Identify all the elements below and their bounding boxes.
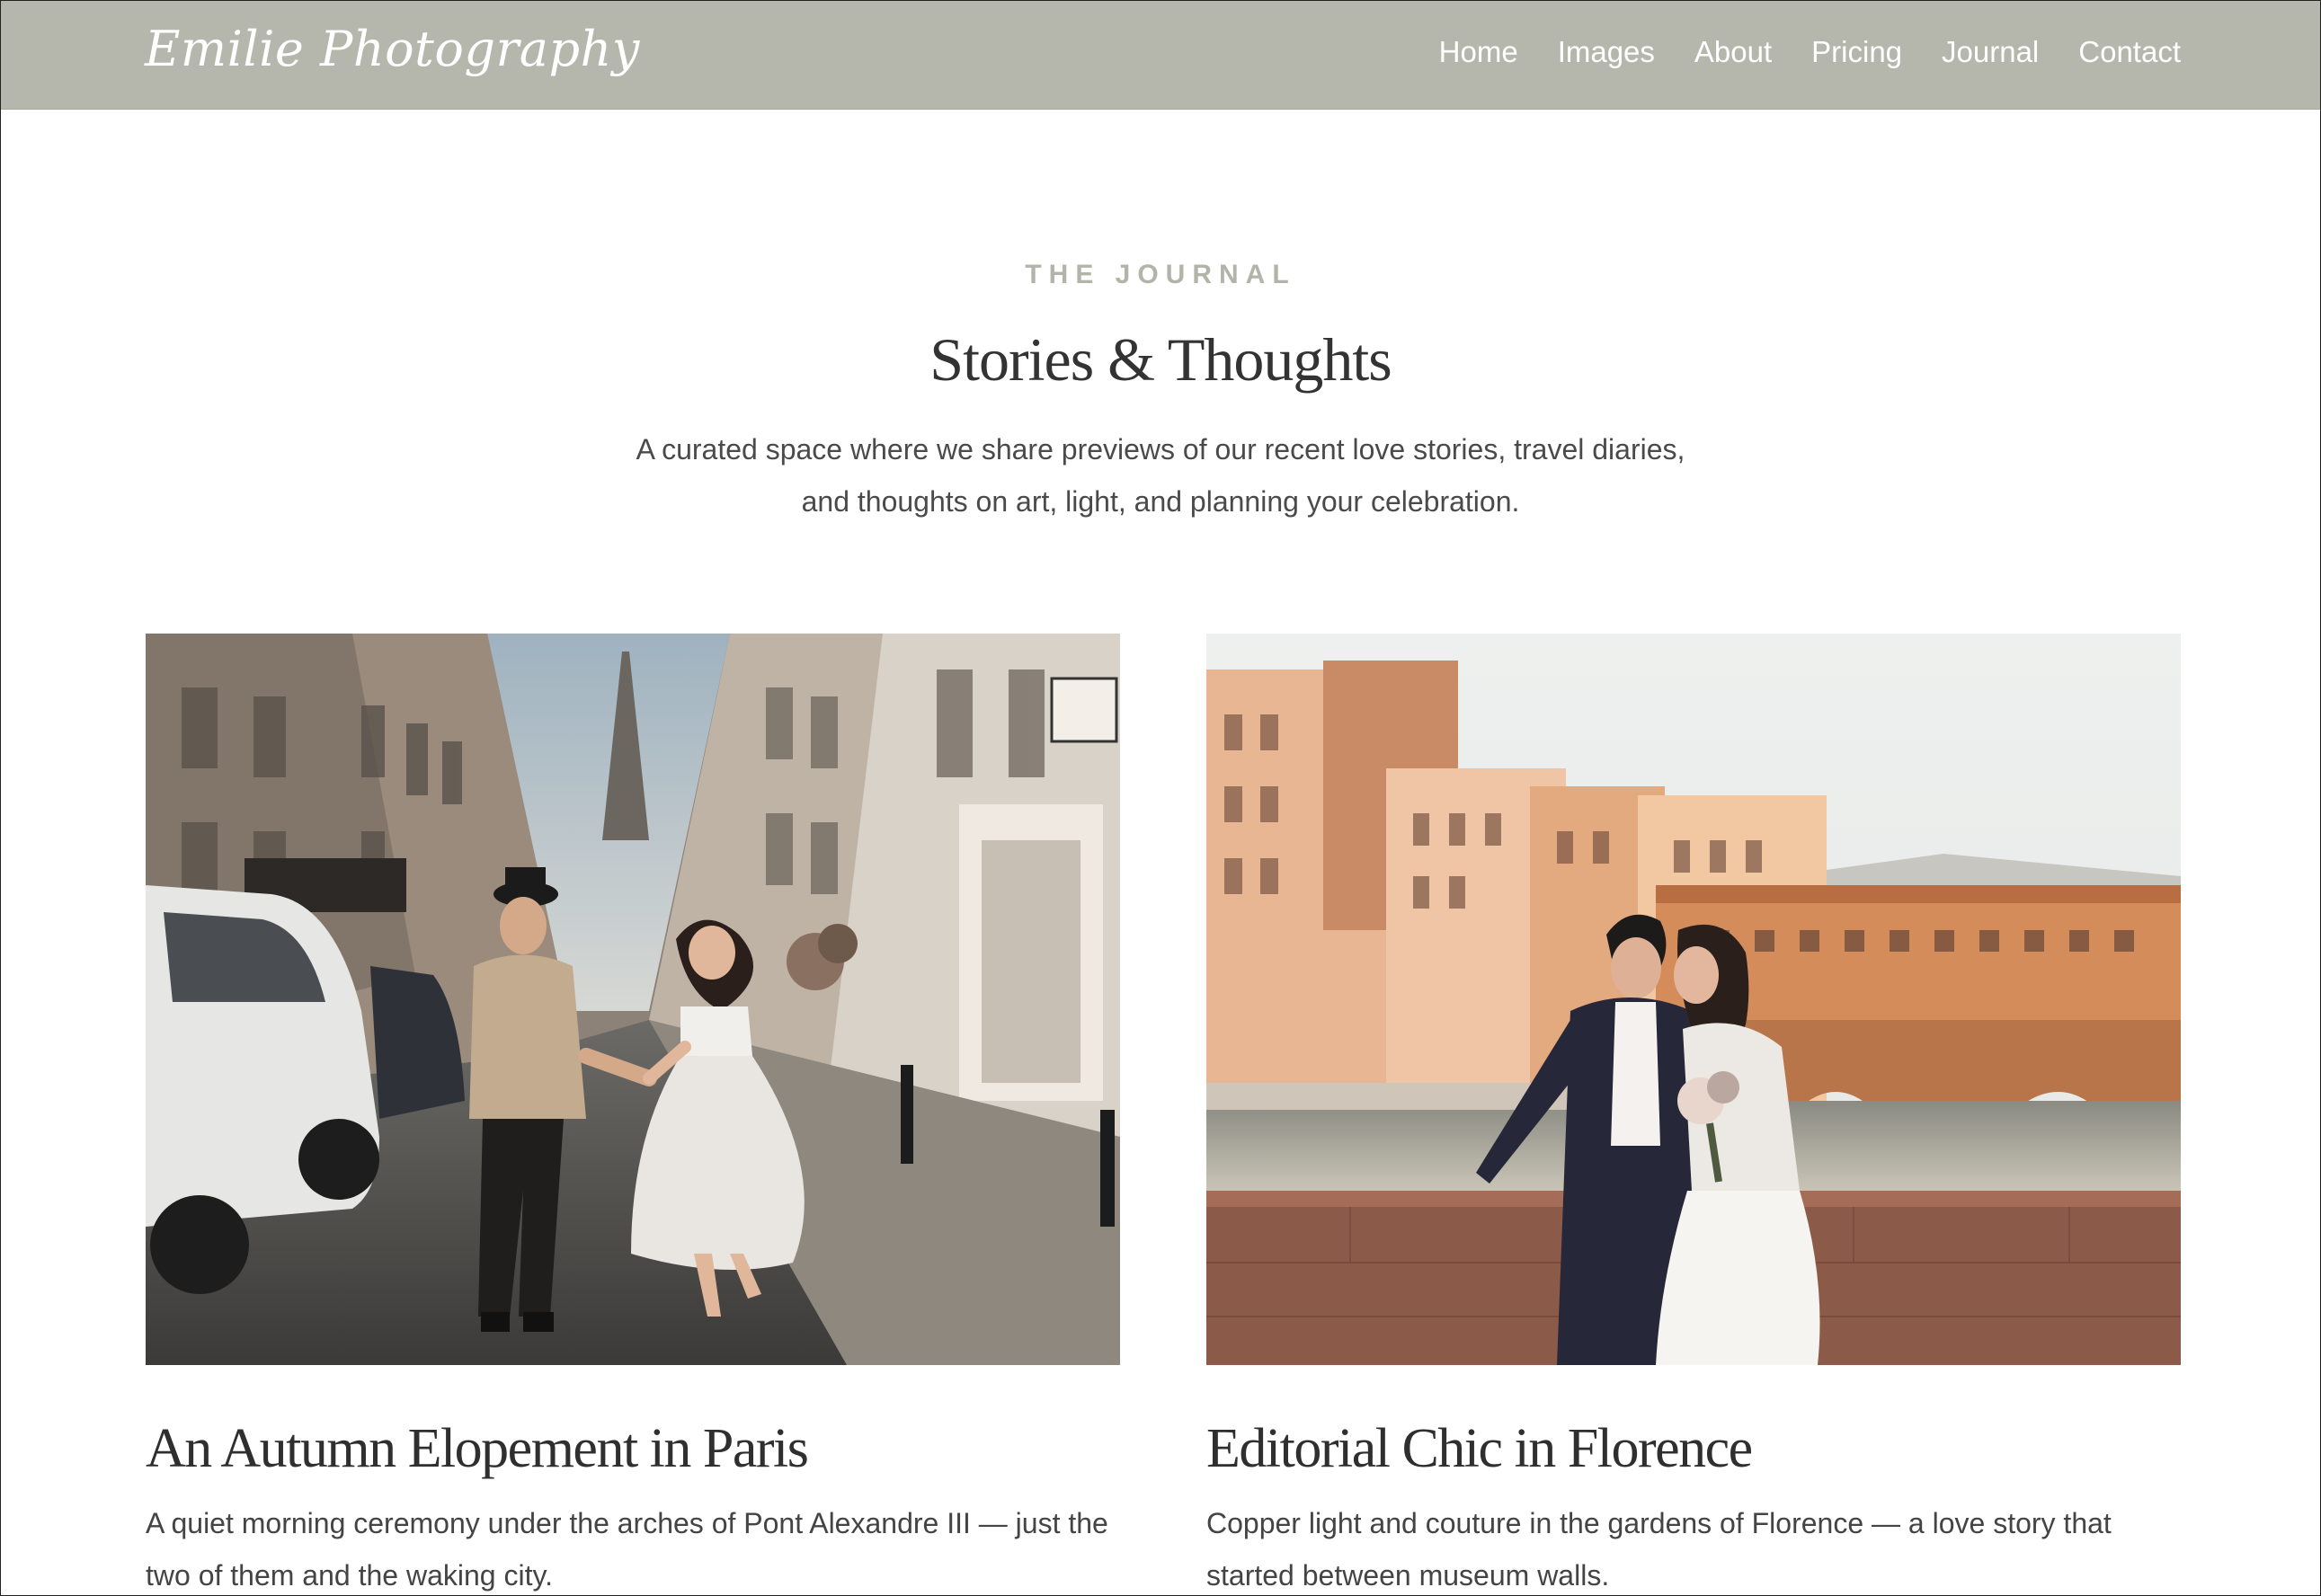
nav-contact[interactable]: Contact <box>2078 35 2181 69</box>
post-title-florence[interactable]: Editorial Chic in Florence <box>1206 1417 2181 1481</box>
main-nav: Home Images About Pricing Journal Contac… <box>1439 35 2181 69</box>
site-logo[interactable]: Emilie Photography <box>145 21 640 77</box>
nav-images[interactable]: Images <box>1558 35 1655 69</box>
post-excerpt-paris: A quiet morning ceremony under the arche… <box>146 1507 1108 1592</box>
section-eyebrow: THE JOURNAL <box>1025 260 1296 289</box>
nav-home[interactable]: Home <box>1439 35 1518 69</box>
nav-journal[interactable]: Journal <box>1942 35 2039 69</box>
paris-street-couple-photo[interactable] <box>146 634 1120 1365</box>
florence-bridge-couple-photo[interactable] <box>1206 634 2181 1365</box>
page-description: A curated space where we share previews … <box>636 433 1685 518</box>
site-header: Emilie Photography Home Images About Pri… <box>1 1 2320 110</box>
post-excerpt-florence: Copper light and couture in the gardens … <box>1206 1507 2112 1592</box>
post-title-paris[interactable]: An Autumn Elopement in Paris <box>146 1417 1120 1481</box>
nav-about[interactable]: About <box>1694 35 1772 69</box>
page-title: Stories & Thoughts <box>929 325 1392 394</box>
page: Emilie Photography Home Images About Pri… <box>0 0 2321 1596</box>
nav-pricing[interactable]: Pricing <box>1811 35 1902 69</box>
journal-card-florence[interactable]: Editorial Chic in Florence Copper light … <box>1206 634 2181 1595</box>
journal-card-paris[interactable]: An Autumn Elopement in Paris A quiet mor… <box>146 634 1120 1595</box>
